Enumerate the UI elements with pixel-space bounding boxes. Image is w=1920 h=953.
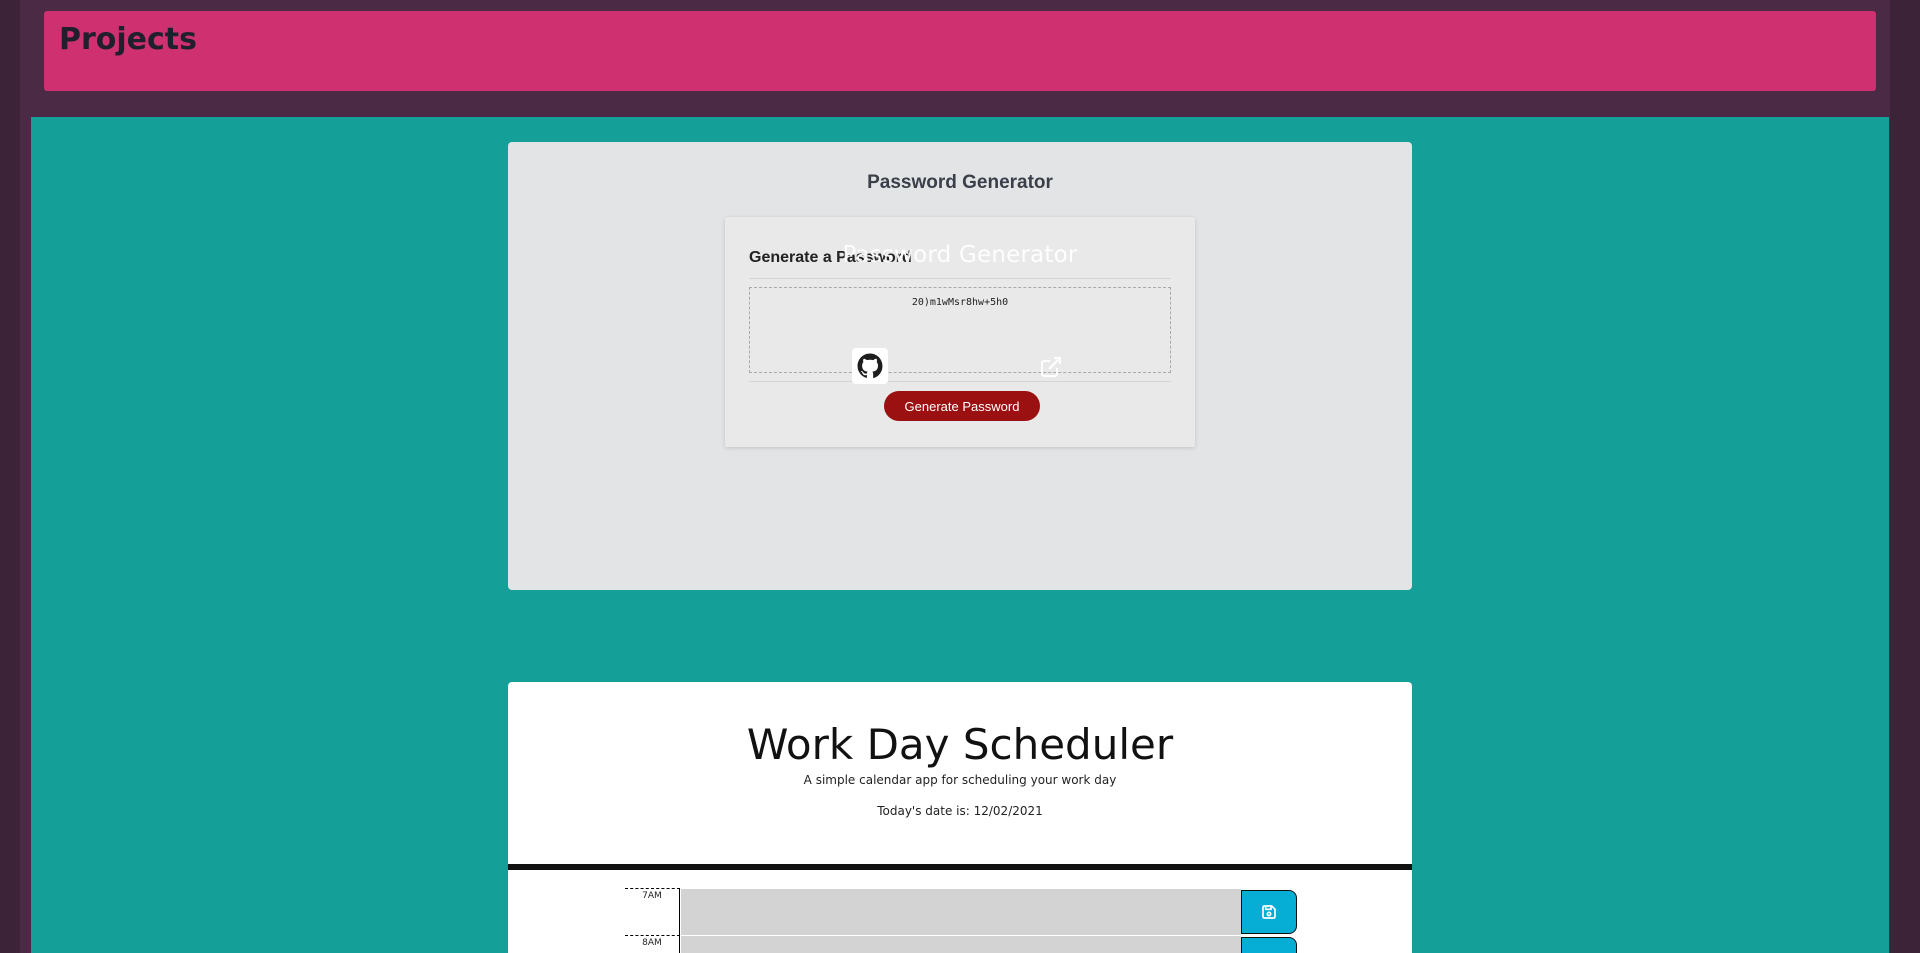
save-button[interactable] xyxy=(1241,890,1297,934)
hour-label: 7AM xyxy=(625,888,680,935)
save-button[interactable] xyxy=(1241,937,1297,953)
page-frame: Projects Password Generator Generate a P… xyxy=(0,0,1920,953)
project-card-work-day-scheduler[interactable]: Work Day Scheduler A simple calendar app… xyxy=(508,682,1412,953)
github-icon[interactable] xyxy=(852,348,888,384)
time-block-description[interactable] xyxy=(681,888,1241,935)
projects-header xyxy=(44,11,1876,91)
left-rail xyxy=(0,0,20,953)
project-preview-heading: Password Generator xyxy=(867,172,1053,193)
external-link-icon[interactable] xyxy=(1039,355,1063,379)
password-output-box[interactable]: 20)m1wMsr8hw+5h0 xyxy=(749,287,1171,373)
scheduler-current-date: Today's date is: 12/02/2021 xyxy=(877,804,1043,818)
generated-password: 20)m1wMsr8hw+5h0 xyxy=(911,297,1009,308)
right-rail xyxy=(1890,0,1920,953)
divider xyxy=(749,381,1171,382)
project-overlay-title: Password Generator xyxy=(842,242,1078,268)
time-block-row: 7AM xyxy=(625,888,1297,935)
divider xyxy=(749,278,1171,279)
time-block-description[interactable] xyxy=(681,935,1241,953)
save-icon xyxy=(1262,905,1276,919)
hour-label: 8AM xyxy=(625,935,680,953)
generate-password-button[interactable]: Generate Password xyxy=(884,391,1040,421)
scheduler-title: Work Day Scheduler xyxy=(746,720,1174,769)
scheduler-subtitle: A simple calendar app for scheduling you… xyxy=(803,773,1117,787)
project-card-password-generator[interactable]: Password Generator Generate a Password 2… xyxy=(508,142,1412,590)
scheduler-header-divider xyxy=(508,864,1412,870)
page-title: Projects xyxy=(59,22,198,57)
time-block-row: 8AM xyxy=(625,935,1297,953)
